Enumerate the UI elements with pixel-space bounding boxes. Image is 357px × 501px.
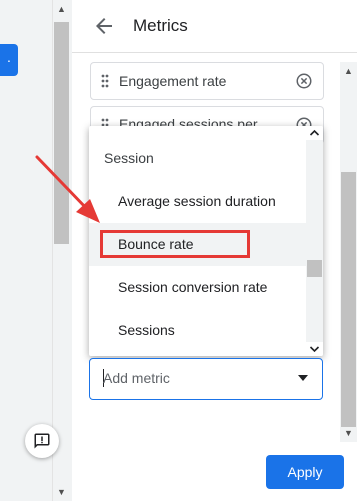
arrow-drop-down-icon[interactable] xyxy=(298,375,308,381)
option-session-conversion-rate[interactable]: Session conversion rate xyxy=(89,266,323,309)
metric-chip-engagement-rate[interactable]: Engagement rate xyxy=(90,62,324,100)
dropdown-scrollbar[interactable] xyxy=(306,126,323,356)
page-title: Metrics xyxy=(133,16,188,35)
remove-icon[interactable] xyxy=(295,72,313,90)
left-background: . ▲ ▼ xyxy=(0,0,72,501)
metric-label: Engagement rate xyxy=(119,73,227,89)
apply-button[interactable]: Apply xyxy=(266,455,344,489)
feedback-button[interactable] xyxy=(25,424,59,458)
feedback-icon xyxy=(34,433,50,449)
panel-header: Metrics xyxy=(72,0,357,53)
option-sessions[interactable]: Sessions xyxy=(89,309,323,352)
dropdown-scroll-thumb[interactable] xyxy=(307,260,322,277)
panel-scrollbar-thumb[interactable] xyxy=(341,172,356,427)
chevron-down-icon[interactable] xyxy=(309,344,320,354)
drag-handle-icon[interactable] xyxy=(101,74,109,88)
dropdown-scroll-track[interactable] xyxy=(306,140,323,342)
scroll-down-icon[interactable]: ▼ xyxy=(340,426,357,440)
add-metric-input[interactable] xyxy=(103,368,283,388)
add-metric-field[interactable] xyxy=(89,358,323,400)
metric-dropdown-list: Session Average session duration Bounce … xyxy=(89,126,323,356)
left-tab-button[interactable]: . xyxy=(0,44,18,76)
left-scrollbar-thumb[interactable] xyxy=(54,22,69,244)
option-bounce-rate[interactable]: Bounce rate xyxy=(89,223,323,266)
scroll-up-icon[interactable]: ▲ xyxy=(340,64,357,78)
back-arrow-icon[interactable] xyxy=(92,14,116,38)
option-average-session-duration[interactable]: Average session duration xyxy=(89,180,323,223)
chevron-up-icon[interactable] xyxy=(309,128,320,138)
dropdown-group-session: Session xyxy=(104,150,154,166)
left-scrollbar[interactable]: ▲ ▼ xyxy=(52,0,70,501)
scroll-down-icon[interactable]: ▼ xyxy=(53,485,70,499)
panel-scrollbar[interactable]: ▲ ▼ xyxy=(340,62,357,442)
scroll-up-icon[interactable]: ▲ xyxy=(53,2,70,16)
